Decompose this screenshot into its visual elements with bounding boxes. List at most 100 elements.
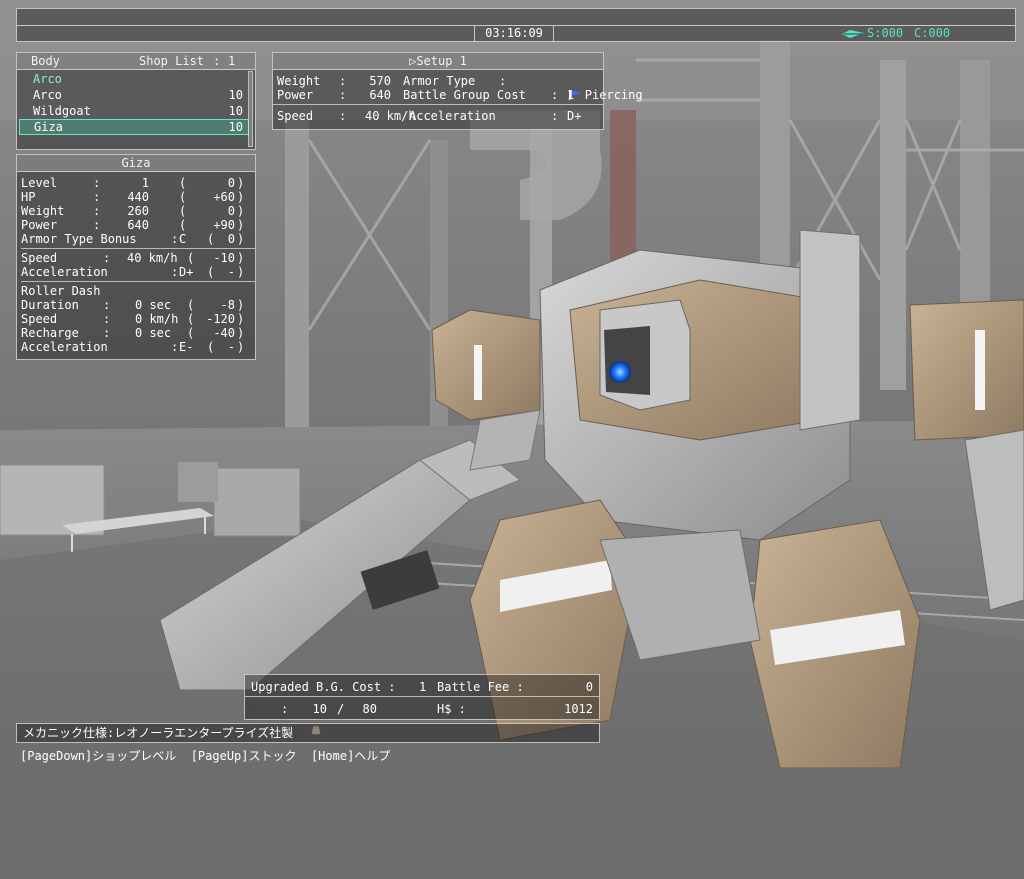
accel-label: Acceleration [409,109,496,123]
stat-value: 260 [127,204,149,218]
setup-sep: : [551,88,559,102]
stat-open: ( [179,176,187,190]
stat-open: ( [179,218,187,232]
stat-close: ) [237,218,245,232]
setup-sep: : [339,74,347,88]
currency-readout: S:000 C:000 [840,26,951,40]
armor-type-label: Armor Type [403,74,476,88]
stat-sep: : [103,326,111,340]
stat-label: Speed [21,312,58,326]
c-currency: C:000 [914,26,951,40]
upgraded-bg-cost-value: 1 [419,680,427,694]
cost-row: Upgraded B.G. Cost : 1 Battle Fee : 0 [251,678,599,696]
stat-row-speed: Speed : 40 km/h ( -10 ) [21,251,255,265]
shop-item-list: Arco Arco 10 Wildgoat 10 Giza 10 [17,70,255,135]
setup-row-power: Power : 640 Battle Group Cost : 1 [277,88,603,102]
shop-list-sep: : [213,54,221,68]
battle-fee-label: Battle Fee : [437,680,524,694]
stat-close: ) [237,190,245,204]
list-item-selected[interactable]: Giza 10 [19,119,249,135]
setup-header[interactable]: ▷Setup 1 [273,53,603,70]
stat-sep: : [93,218,101,232]
stat-delta: 0 [227,232,235,246]
shop-list-scrollbar[interactable] [248,71,253,147]
stat-label: HP [21,190,36,204]
bag-row: : 10 / 80 H$ : 1012 [251,699,599,736]
divider [245,696,599,697]
power-label: Power [277,88,314,102]
stat-label: Acceleration [21,265,108,279]
bag-current: 10 [312,702,327,716]
stat-close: ) [237,204,245,218]
stat-open: ( [207,340,215,354]
stat-delta: - [227,265,235,279]
accel-value: D+ [567,109,582,123]
stat-value: 440 [127,190,149,204]
help-keys: [PageDown]ショップレベル [PageUp]ストック [Home]ヘルプ [20,749,391,763]
stat-delta: 0 [227,176,235,190]
stat-label: Weight [21,204,65,218]
list-item[interactable]: Arco 10 [17,87,255,103]
hs-label: H$ : [437,702,466,716]
setup-panel: ▷Setup 1 Weight : 570 Armor Type : Pierc… [272,52,643,130]
detail-title: Giza [17,155,255,172]
stat-row-acceleration: Acceleration : D+ ( - ) [21,265,255,279]
item-qty: 10 [228,120,243,134]
cost-panel: Upgraded B.G. Cost : 1 Battle Fee : 0 : … [244,674,600,736]
item-name: Arco [33,72,62,86]
stat-open: ( [187,251,195,265]
stat-row-armor-bonus: Armor Type Bonus : C ( 0 ) [21,232,255,246]
body-column-label: Body [31,54,60,68]
roller-dash-title: Roller Dash [21,284,255,298]
stat-delta: 0 [227,204,235,218]
top-status-bar [16,8,1016,26]
shop-list-label: Shop List [139,54,205,68]
stat-close: ) [237,265,245,279]
bag-sep: : [281,702,289,716]
s-currency: S:000 [867,26,904,40]
bg-cost-label: Battle Group Cost [403,88,526,102]
stat-sep: : [93,190,101,204]
stat-row-dash-acceleration: Acceleration : E- ( - ) [21,340,255,354]
stat-value: 0 km/h [135,312,179,326]
item-qty: 10 [228,104,243,118]
stat-delta: +90 [213,218,235,232]
stat-label: Level [21,176,58,190]
setup-sep: : [551,109,559,123]
item-name: Arco [33,88,62,102]
hs-value: 1012 [564,702,593,716]
speed-value: 40 km/h [365,109,416,123]
mechanic-spec-bar: メカニック仕様:レオノーラエンタープライズ社製 [16,723,600,743]
stat-value: E- [179,340,194,354]
stat-row-power: Power : 640 ( +90 ) [21,218,255,232]
stat-delta: -8 [220,298,235,312]
weight-value: 570 [369,74,391,88]
setup-row-weight: Weight : 570 Armor Type : Piercing [277,74,643,102]
stat-sep: : [103,312,111,326]
stat-close: ) [237,251,245,265]
weight-label: Weight [277,74,321,88]
stat-value: D+ [179,265,194,279]
stat-row-dash-duration: Duration : 0 sec ( -8 ) [21,298,255,312]
stat-open: ( [207,232,215,246]
stat-value: 0 sec [135,298,172,312]
battle-fee-value: 0 [585,680,593,694]
stat-delta: - [227,340,235,354]
stat-open: ( [179,190,187,204]
bg-cost-value: 1 [567,88,575,102]
setup-sep: : [339,88,347,102]
list-item-current[interactable]: Arco [17,71,255,87]
stat-label: Power [21,218,58,232]
stat-sep: : [93,204,101,218]
stat-sep: : [171,265,179,279]
stat-label: Recharge [21,326,79,340]
stat-value: 0 sec [135,326,172,340]
body-detail-panel: Giza Level : 1 ( 0 ) HP : 440 ( +60 ) We… [16,154,256,360]
stat-sep: : [93,176,101,190]
list-item[interactable]: Wildgoat 10 [17,103,255,119]
item-name: Wildgoat [33,104,91,118]
stat-close: ) [237,232,245,246]
mechanic-spec-text: メカニック仕様:レオノーラエンタープライズ社製 [23,726,294,740]
stat-row-hp: HP : 440 ( +60 ) [21,190,255,204]
power-value: 640 [369,88,391,102]
